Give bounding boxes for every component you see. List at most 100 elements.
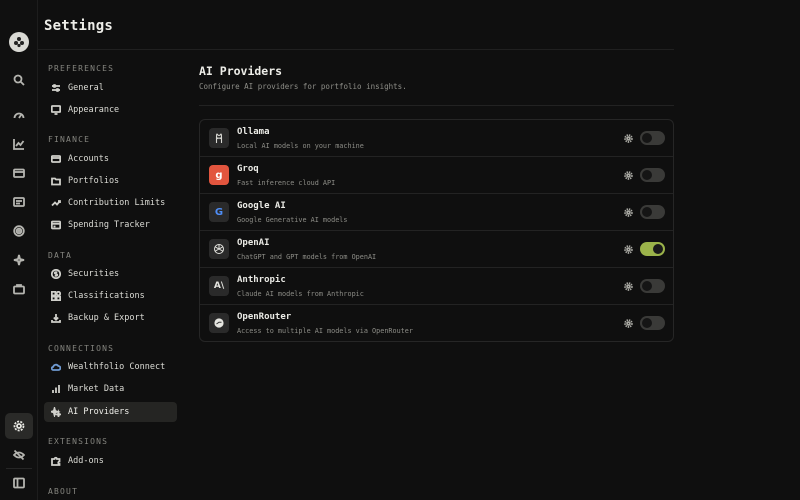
trend-icon <box>50 197 62 209</box>
card-icon <box>50 153 62 165</box>
gear-icon[interactable] <box>623 318 633 328</box>
nav-item-label: General <box>68 83 104 93</box>
provider-row-openrouter: OpenRouter Access to multiple AI models … <box>200 305 673 342</box>
nav-group-finance: FINANCE <box>48 135 91 144</box>
google-icon: G <box>209 202 229 222</box>
toggle-knob <box>642 170 652 180</box>
openrouter-icon <box>209 313 229 333</box>
nav-item-label: AI Providers <box>68 407 130 417</box>
nav-item-wealthfolio-connect[interactable]: Wealthfolio Connect <box>44 357 177 377</box>
dashboard-icon[interactable] <box>11 108 27 124</box>
section-divider <box>199 105 674 106</box>
nav-group-about: ABOUT <box>48 487 79 496</box>
puzzle-icon <box>50 455 62 467</box>
provider-toggle[interactable] <box>640 316 665 330</box>
rail-divider <box>6 468 32 469</box>
nav-item-label: Portfolios <box>68 176 120 186</box>
nav-item-label: Backup & Export <box>68 313 145 323</box>
sliders-icon <box>50 82 62 94</box>
nav-item-label: Add-ons <box>68 456 104 466</box>
section-title: AI Providers <box>199 64 283 78</box>
provider-row-ollama: Ollama Local AI models on your machine <box>200 120 673 157</box>
receipt-icon <box>50 219 62 231</box>
settings-icon[interactable] <box>5 413 33 439</box>
toggle-knob <box>642 207 652 217</box>
provider-toggle[interactable] <box>640 205 665 219</box>
provider-name: OpenAI <box>237 238 270 248</box>
nav-group-data: DATA <box>48 251 73 260</box>
nav-item-spending-tracker[interactable]: Spending Tracker <box>44 215 177 235</box>
target-icon[interactable] <box>11 223 27 239</box>
provider-description: Fast inference cloud API <box>237 179 336 187</box>
section-subtitle: Configure AI providers for portfolio ins… <box>199 82 407 91</box>
shapes-icon <box>50 290 62 302</box>
folder-icon <box>50 175 62 187</box>
nav-item-general[interactable]: General <box>44 78 177 98</box>
nav-item-add-ons[interactable]: Add-ons <box>44 451 177 471</box>
logo-icon[interactable] <box>9 32 29 52</box>
gear-icon[interactable] <box>623 133 633 143</box>
provider-row-openai: OpenAI ChatGPT and GPT models from OpenA… <box>200 231 673 268</box>
provider-name: OpenRouter <box>237 312 292 322</box>
wallet-icon[interactable] <box>11 165 27 181</box>
provider-description: Access to multiple AI models via OpenRou… <box>237 327 413 335</box>
eye-off-icon[interactable] <box>11 447 27 463</box>
search-icon[interactable] <box>11 72 27 88</box>
icon-rail <box>0 0 38 500</box>
nav-item-accounts[interactable]: Accounts <box>44 149 177 169</box>
nav-item-label: Appearance <box>68 105 120 115</box>
sparkle-icon <box>50 406 62 418</box>
provider-toggle[interactable] <box>640 168 665 182</box>
provider-row-anthropic: A\ Anthropic Claude AI models from Anthr… <box>200 268 673 305</box>
list-icon[interactable] <box>11 194 27 210</box>
bars-icon <box>50 383 62 395</box>
nav-item-label: Securities <box>68 269 120 279</box>
toggle-knob <box>642 281 652 291</box>
provider-description: ChatGPT and GPT models from OpenAI <box>237 253 377 261</box>
sidebar-icon[interactable] <box>11 475 27 491</box>
provider-name: Groq <box>237 164 259 174</box>
toggle-knob <box>642 133 652 143</box>
cloud-icon <box>50 361 62 373</box>
nav-group-preferences: PREFERENCES <box>48 64 115 73</box>
nav-item-label: Accounts <box>68 154 109 164</box>
nav-item-portfolios[interactable]: Portfolios <box>44 171 177 191</box>
nav-item-market-data[interactable]: Market Data <box>44 379 177 399</box>
monitor-icon <box>50 104 62 116</box>
anthropic-icon: A\ <box>209 276 229 296</box>
chart-icon[interactable] <box>11 136 27 152</box>
gear-icon[interactable] <box>623 281 633 291</box>
openai-icon <box>209 239 229 259</box>
nav-group-connections: CONNECTIONS <box>48 344 115 353</box>
nav-item-ai-providers[interactable]: AI Providers <box>44 402 177 422</box>
nav-item-appearance[interactable]: Appearance <box>44 100 177 120</box>
nav-item-label: Classifications <box>68 291 145 301</box>
groq-icon: g <box>209 165 229 185</box>
briefcase-icon[interactable] <box>11 281 27 297</box>
gear-icon[interactable] <box>623 244 633 254</box>
provider-toggle[interactable] <box>640 131 665 145</box>
nav-item-backup-export[interactable]: Backup & Export <box>44 308 177 328</box>
nav-item-contribution-limits[interactable]: Contribution Limits <box>44 193 177 213</box>
provider-list: Ollama Local AI models on your machine g… <box>199 119 674 342</box>
provider-name: Google AI <box>237 201 286 211</box>
ollama-icon <box>209 128 229 148</box>
provider-toggle[interactable] <box>640 242 665 256</box>
provider-description: Local AI models on your machine <box>237 142 364 150</box>
provider-name: Ollama <box>237 127 270 137</box>
nav-item-classifications[interactable]: Classifications <box>44 286 177 306</box>
nav-item-label: Contribution Limits <box>68 198 166 208</box>
nav-item-label: Spending Tracker <box>68 220 150 230</box>
gear-icon[interactable] <box>623 170 633 180</box>
gear-icon[interactable] <box>623 207 633 217</box>
provider-name: Anthropic <box>237 275 286 285</box>
provider-row-google-ai: G Google AI Google Generative AI models <box>200 194 673 231</box>
provider-description: Claude AI models from Anthropic <box>237 290 364 298</box>
provider-toggle[interactable] <box>640 279 665 293</box>
sparkle-icon[interactable] <box>11 252 27 268</box>
nav-group-extensions: EXTENSIONS <box>48 437 109 446</box>
nav-item-securities[interactable]: Securities <box>44 264 177 284</box>
nav-item-label: Market Data <box>68 384 125 394</box>
toggle-knob <box>642 318 652 328</box>
nav-item-label: Wealthfolio Connect <box>68 362 166 372</box>
